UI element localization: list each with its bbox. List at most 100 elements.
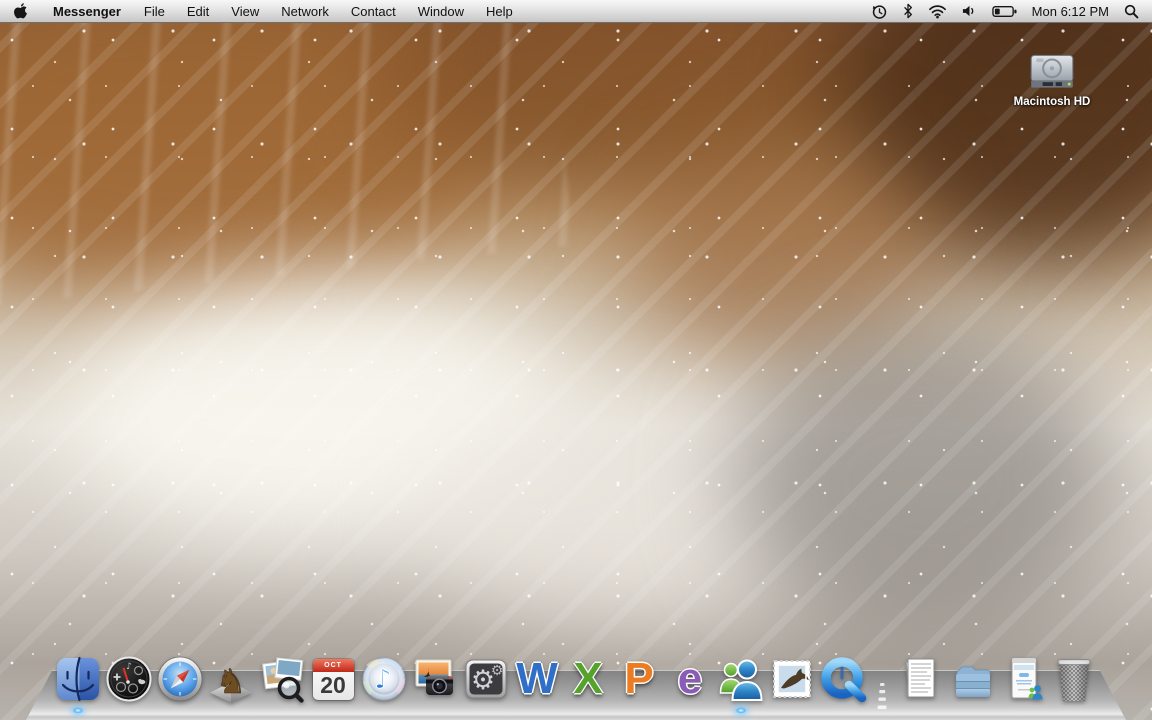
dock-item-minimized-window[interactable] <box>999 655 1047 703</box>
running-indicator <box>72 707 84 714</box>
safari-icon <box>156 655 204 703</box>
dock-item-documents-stack[interactable] <box>897 655 945 703</box>
minimized-window-icon <box>999 655 1047 703</box>
quicktime-icon <box>819 655 867 703</box>
documents-stack-reflection <box>897 705 945 720</box>
desktop-wallpaper[interactable]: Macintosh HD <box>0 22 1152 720</box>
minimized-window-reflection <box>999 705 1047 720</box>
dock-item-finder[interactable] <box>54 655 102 703</box>
excel-reflection: X <box>564 705 612 720</box>
app-menu-messenger[interactable]: Messenger <box>41 0 133 22</box>
dock-item-mail[interactable] <box>768 655 816 703</box>
dock-item-system-preferences[interactable]: ⚙⚙⚙⚙ <box>462 655 510 703</box>
quicktime-reflection <box>819 705 867 720</box>
menu-contact[interactable]: Contact <box>340 0 407 22</box>
dock-item-powerpoint[interactable]: PP <box>615 655 663 703</box>
apple-menu[interactable] <box>0 0 41 22</box>
menu-window[interactable]: Window <box>407 0 475 22</box>
dock-item-entourage[interactable]: ee <box>666 655 714 703</box>
dock-separator <box>870 655 894 703</box>
bluetooth-icon[interactable] <box>903 0 913 22</box>
calendar-day: 20 <box>313 672 354 699</box>
menu-view[interactable]: View <box>220 0 270 22</box>
powerpoint-icon: P <box>615 655 663 703</box>
running-indicator <box>735 707 747 714</box>
dock-item-excel[interactable]: XX <box>564 655 612 703</box>
iphoto-reflection <box>411 705 459 720</box>
menu-bar: Messenger File Edit View Network Contact… <box>0 0 1152 23</box>
spotlight-icon[interactable] <box>1124 0 1139 22</box>
dock-item-iphoto[interactable] <box>411 655 459 703</box>
system-preferences-reflection: ⚙⚙ <box>462 705 510 720</box>
system-preferences-icon: ⚙⚙ <box>462 655 510 703</box>
excel-letter: X <box>573 706 602 720</box>
svg-text:⚙: ⚙ <box>471 712 495 720</box>
desktop-icon-macintosh-hd[interactable]: Macintosh HD <box>1000 52 1104 108</box>
menu-help[interactable]: Help <box>475 0 524 22</box>
folders-stack-reflection <box>948 705 996 720</box>
time-machine-icon[interactable] <box>871 0 888 22</box>
trash-icon <box>1050 655 1098 703</box>
iphoto-icon <box>411 655 459 703</box>
word-reflection: W <box>513 705 561 720</box>
chess-icon: ♞ <box>207 655 255 703</box>
word-letter: W <box>516 706 558 720</box>
powerpoint-reflection: P <box>615 705 663 720</box>
menu-edit[interactable]: Edit <box>176 0 220 22</box>
dock-item-word[interactable]: WW <box>513 655 561 703</box>
menu-file[interactable]: File <box>133 0 176 22</box>
safari-reflection <box>156 705 204 720</box>
wifi-icon[interactable] <box>928 0 947 22</box>
apple-logo-icon <box>14 3 28 20</box>
entourage-icon: e <box>666 655 714 703</box>
itunes-icon: ♪ <box>360 655 408 703</box>
dashboard-reflection: ♪ <box>105 705 153 720</box>
dock-item-messenger[interactable] <box>717 655 765 703</box>
dock-item-preview[interactable] <box>258 655 306 703</box>
chess-reflection: ♞ <box>207 705 255 720</box>
mail-icon <box>768 655 816 703</box>
dashboard-icon: ♪ <box>105 655 153 703</box>
dock-item-chess[interactable]: ♞♞ <box>207 655 255 703</box>
mail-reflection <box>768 705 816 720</box>
svg-text:♞: ♞ <box>216 706 246 720</box>
volume-icon[interactable] <box>962 0 977 22</box>
itunes-reflection: ♪ <box>360 705 408 720</box>
messenger-icon <box>717 655 765 703</box>
word-letter: W <box>516 656 558 702</box>
preview-reflection <box>258 705 306 720</box>
folders-stack-icon <box>948 655 996 703</box>
calendar-page: OCT20 <box>313 709 354 720</box>
svg-text:♞: ♞ <box>216 662 246 702</box>
menu-network[interactable]: Network <box>270 0 340 22</box>
dock-item-itunes[interactable]: ♪♪ <box>360 655 408 703</box>
calendar-day: 20 <box>313 710 354 720</box>
dock: ♪♪♞♞OCT20OCT20♪♪⚙⚙⚙⚙WWXXPPee <box>0 642 1152 720</box>
word-icon: W <box>513 655 561 703</box>
calendar-page: OCT20 <box>313 659 354 700</box>
finder-icon <box>54 655 102 703</box>
trash-reflection <box>1050 705 1098 720</box>
documents-stack-icon <box>897 655 945 703</box>
excel-icon: X <box>564 655 612 703</box>
dock-item-safari[interactable] <box>156 655 204 703</box>
dock-item-folders-stack[interactable] <box>948 655 996 703</box>
entourage-letter: e <box>678 706 702 720</box>
svg-text:♪: ♪ <box>374 713 391 720</box>
dock-item-ical[interactable]: OCT20OCT20 <box>309 655 357 703</box>
dock-item-quicktime[interactable] <box>819 655 867 703</box>
entourage-reflection: e <box>666 705 714 720</box>
preview-icon <box>258 655 306 703</box>
dock-item-dashboard[interactable]: ♪♪ <box>105 655 153 703</box>
svg-text:♪: ♪ <box>374 664 391 695</box>
ical-reflection: OCT20 <box>309 705 357 720</box>
entourage-letter: e <box>678 656 702 702</box>
menu-clock[interactable]: Mon 6:12 PM <box>1032 4 1109 19</box>
battery-icon[interactable] <box>992 0 1017 22</box>
powerpoint-letter: P <box>624 656 653 702</box>
dock-item-trash[interactable] <box>1050 655 1098 703</box>
calendar-month: OCT <box>313 659 354 672</box>
ical-icon: OCT20 <box>309 655 357 703</box>
powerpoint-letter: P <box>624 706 653 720</box>
svg-text:⚙: ⚙ <box>491 663 504 679</box>
